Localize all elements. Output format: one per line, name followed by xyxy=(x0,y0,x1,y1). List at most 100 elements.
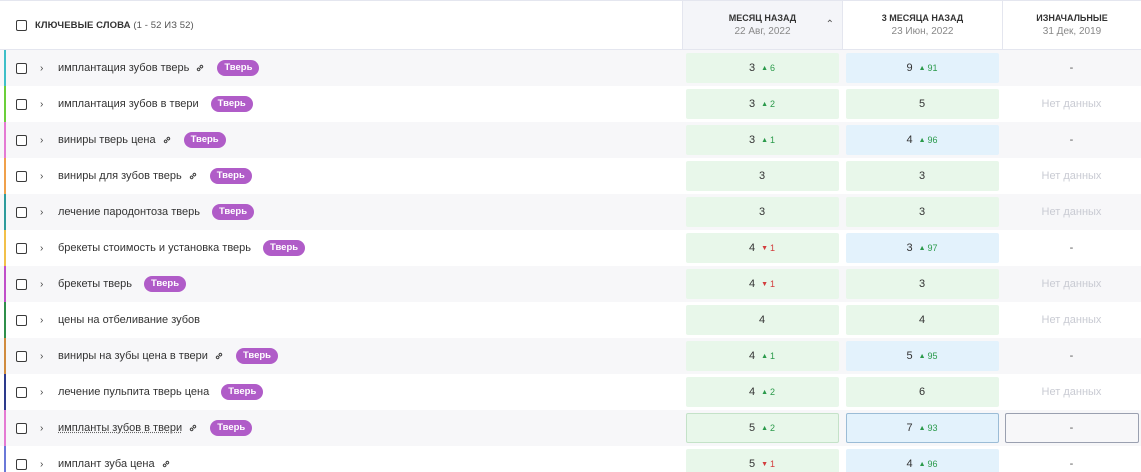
three-months-ago-cell: 7 ▲ 93 xyxy=(842,410,1002,446)
location-tag[interactable]: Тверь xyxy=(210,96,253,112)
row-checkbox[interactable] xyxy=(16,134,27,146)
caret-up-icon[interactable]: ⌃ xyxy=(826,19,834,30)
table-row[interactable]: › импланты зубов в твери Тверь 5 ▲ 2 7 ▲ 93- xyxy=(0,410,1141,446)
rank-value: 4 xyxy=(748,278,756,290)
keyword-text[interactable]: виниры на зубы цена в твери xyxy=(58,350,208,362)
keyword-text[interactable]: цены на отбеливание зубов xyxy=(58,314,200,326)
location-tag[interactable]: Тверь xyxy=(211,204,255,220)
chevron-right-icon[interactable]: › xyxy=(40,459,54,470)
link-icon[interactable] xyxy=(161,459,171,469)
row-checkbox[interactable] xyxy=(16,422,27,434)
column-header-month-ago[interactable]: МЕСЯЦ НАЗАД 22 Авг, 2022 ⌃ xyxy=(682,1,842,49)
location-tag[interactable]: Тверь xyxy=(221,384,264,400)
location-tag[interactable]: Тверь xyxy=(209,168,252,184)
rank-box: 3 ▲ 1 xyxy=(685,125,839,155)
link-icon[interactable] xyxy=(214,351,224,361)
row-checkbox[interactable] xyxy=(16,314,27,326)
location-tag[interactable]: Тверь xyxy=(235,348,279,364)
rank-box: 5 ▼ 1 xyxy=(685,449,839,472)
select-all-checkbox[interactable] xyxy=(16,19,27,31)
link-icon[interactable] xyxy=(188,171,198,181)
chevron-right-icon[interactable]: › xyxy=(40,171,54,182)
chevron-right-icon[interactable]: › xyxy=(40,315,54,326)
initial-value: Нет данных xyxy=(1041,278,1102,290)
rank-value: 5 xyxy=(918,98,926,110)
chevron-right-icon[interactable]: › xyxy=(40,135,54,146)
keyword-text[interactable]: виниры тверь цена xyxy=(58,134,156,146)
three-months-ago-cell: 4 ▲ 96 xyxy=(842,122,1002,158)
location-tag[interactable]: Тверь xyxy=(217,60,260,76)
triangle-up-icon: ▲ xyxy=(761,136,769,144)
table-row[interactable]: › виниры на зубы цена в твери Тверь 4 ▲ 1 5 ▲ 95… xyxy=(0,338,1141,374)
rank-value: 4 xyxy=(748,350,756,362)
initial-cell: - xyxy=(1002,50,1141,86)
column-header-initial[interactable]: ИЗНАЧАЛЬНЫЕ 31 Дек, 2019 xyxy=(1002,1,1141,49)
rank-change-value: 96 xyxy=(927,459,938,469)
rank-change-value: 1 xyxy=(770,351,776,361)
location-tag[interactable]: Тверь xyxy=(263,240,306,256)
table-row[interactable]: › цены на отбеливание зубов 4 4 Нет данных xyxy=(0,302,1141,338)
row-checkbox[interactable] xyxy=(16,62,27,74)
table-row[interactable]: › виниры тверь цена Тверь 3 ▲ 1 4 ▲ 96- xyxy=(0,122,1141,158)
keyword-text[interactable]: брекеты стоимость и установка тверь xyxy=(58,242,251,254)
keyword-text[interactable]: лечение пульпита тверь цена xyxy=(58,386,209,398)
initial-value: Нет данных xyxy=(1041,170,1102,182)
row-checkbox[interactable] xyxy=(16,98,27,110)
row-checkbox[interactable] xyxy=(16,278,27,290)
column-header-3-months-ago[interactable]: 3 МЕСЯЦА НАЗАД 23 Июн, 2022 xyxy=(842,1,1002,49)
row-accent-bar xyxy=(4,230,6,266)
keyword-text[interactable]: лечение пародонтоза тверь xyxy=(58,206,200,218)
rank-box: 4 ▲ 1 xyxy=(685,341,839,371)
table-row[interactable]: › брекеты тверь Тверь 4 ▼ 1 3 Нет данных xyxy=(0,266,1141,302)
table-body: › имплантация зубов тверь Тверь 3 ▲ 6 9 ▲ 91- › им… xyxy=(0,50,1141,472)
location-tag[interactable]: Тверь xyxy=(143,276,187,292)
chevron-right-icon[interactable]: › xyxy=(40,387,54,398)
rank-change: ▲ 1 xyxy=(761,135,775,145)
link-icon[interactable] xyxy=(195,63,205,73)
rank-box: 3 ▲ 6 xyxy=(685,53,839,83)
location-tag[interactable]: Тверь xyxy=(210,420,253,436)
location-tag[interactable]: Тверь xyxy=(183,132,226,148)
keyword-text[interactable]: имплантация зубов в твери xyxy=(58,98,199,110)
row-checkbox[interactable] xyxy=(16,458,27,470)
chevron-right-icon[interactable]: › xyxy=(40,99,54,110)
keyword-text[interactable]: импланты зубов в твери xyxy=(58,422,182,434)
row-checkbox[interactable] xyxy=(16,242,27,254)
table-row[interactable]: › имплантация зубов тверь Тверь 3 ▲ 6 9 ▲ 91- xyxy=(0,50,1141,86)
rank-value: 3 xyxy=(918,170,926,182)
rank-change-value: 1 xyxy=(770,135,776,145)
initial-cell: Нет данных xyxy=(1002,86,1141,122)
keyword-text[interactable]: виниры для зубов тверь xyxy=(58,170,182,182)
triangle-down-icon: ▼ xyxy=(761,280,769,288)
chevron-right-icon[interactable]: › xyxy=(40,423,54,434)
row-accent-bar xyxy=(4,158,6,194)
row-checkbox[interactable] xyxy=(16,350,27,362)
table-row[interactable]: › виниры для зубов тверь Тверь 3 3 Нет данных xyxy=(0,158,1141,194)
rank-change: ▲ 2 xyxy=(761,387,775,397)
link-icon[interactable] xyxy=(188,423,198,433)
link-icon[interactable] xyxy=(162,135,172,145)
keyword-text[interactable]: брекеты тверь xyxy=(58,278,132,290)
chevron-right-icon[interactable]: › xyxy=(40,243,54,254)
table-row[interactable]: › лечение пародонтоза тверь Тверь 3 3 Нет дан… xyxy=(0,194,1141,230)
chevron-right-icon[interactable]: › xyxy=(40,279,54,290)
rank-change-value: 2 xyxy=(770,387,776,397)
rank-change: ▲ 91 xyxy=(919,63,938,73)
table-row[interactable]: › имплантация зубов в твери Тверь 3 ▲ 2 5 Нет д… xyxy=(0,86,1141,122)
chevron-right-icon[interactable]: › xyxy=(40,207,54,218)
rank-change-value: 97 xyxy=(927,243,938,253)
table-row[interactable]: › лечение пульпита тверь цена Тверь 4 ▲ 2 6 Нет… xyxy=(0,374,1141,410)
keyword-text[interactable]: имплант зуба цена xyxy=(58,458,155,470)
row-checkbox[interactable] xyxy=(16,386,27,398)
keyword-cell: › лечение пульпита тверь цена Тверь xyxy=(0,374,682,410)
row-checkbox[interactable] xyxy=(16,206,27,218)
table-row[interactable]: › брекеты стоимость и установка тверь Твер… xyxy=(0,230,1141,266)
column-title: ИЗНАЧАЛЬНЫЕ xyxy=(1036,13,1108,23)
chevron-right-icon[interactable]: › xyxy=(40,63,54,74)
initial-value: - xyxy=(1069,458,1074,470)
table-row[interactable]: › имплант зуба цена 5 ▼ 1 4 ▲ 96 - xyxy=(0,446,1141,472)
chevron-right-icon[interactable]: › xyxy=(40,351,54,362)
keyword-text[interactable]: имплантация зубов тверь xyxy=(58,62,189,74)
rank-box: 3 xyxy=(685,197,839,227)
row-checkbox[interactable] xyxy=(16,170,27,182)
